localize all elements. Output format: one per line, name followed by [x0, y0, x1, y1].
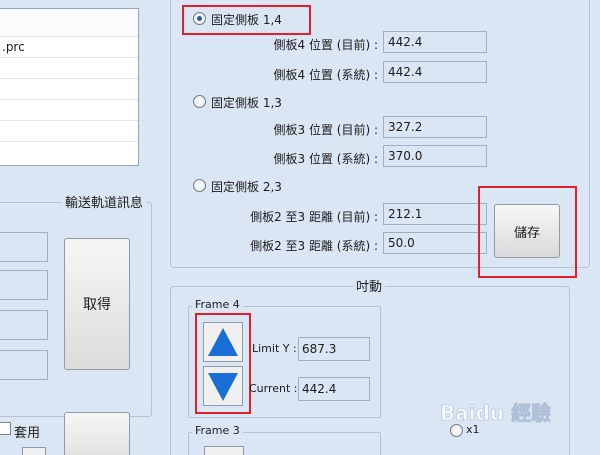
field-label: 側板2 至3 距離 (系統) : — [250, 239, 378, 253]
apply-checkbox[interactable] — [0, 422, 11, 435]
file-list[interactable]: .prc — [0, 8, 139, 166]
conveyor-field-1[interactable] — [0, 232, 48, 262]
conveyor-info-title: 輸送軌道訊息 — [62, 192, 147, 211]
bottom-button[interactable] — [64, 412, 130, 455]
radio-fixed-2-3[interactable] — [193, 179, 206, 192]
distance-current-field[interactable]: 212.1 — [383, 203, 487, 225]
limit-y-field[interactable]: 687.3 — [298, 337, 370, 361]
file-list-row[interactable] — [0, 100, 138, 121]
panel4-system-field[interactable]: 442.4 — [383, 61, 487, 83]
radio-label-fixed-1-3: 固定側板 1,3 — [211, 96, 282, 110]
highlight-box-arrows — [195, 313, 251, 414]
file-list-header — [0, 9, 138, 37]
highlight-box-option1 — [182, 5, 311, 35]
distance-system-field[interactable]: 50.0 — [383, 232, 487, 254]
apply-label: 套用 — [14, 426, 41, 441]
field-label: 側板3 位置 (目前) : — [273, 123, 379, 137]
frame3-up-button[interactable] — [204, 446, 244, 455]
frame3-title: Frame 3 — [192, 424, 243, 437]
file-list-row[interactable]: .prc — [0, 37, 138, 58]
jog-title: 吋動 — [353, 276, 386, 295]
conveyor-field-4[interactable] — [0, 350, 48, 380]
file-list-row[interactable] — [0, 79, 138, 100]
file-list-row[interactable] — [0, 58, 138, 79]
field-label: 側板4 位置 (目前) : — [273, 38, 379, 52]
watermark-text: Baidu 經驗 — [440, 401, 551, 425]
conveyor-field-3[interactable] — [0, 310, 48, 340]
current-field[interactable]: 442.4 — [298, 377, 370, 401]
file-list-row[interactable] — [0, 121, 138, 142]
limit-y-label: Limit Y : — [252, 342, 297, 355]
current-label: Current : — [249, 382, 298, 395]
baidu-watermark: Baidu 經驗 — [440, 401, 551, 426]
panel4-current-field[interactable]: 442.4 — [383, 31, 487, 53]
radio-fixed-1-3[interactable] — [193, 95, 206, 108]
frame4-title: Frame 4 — [192, 298, 243, 311]
field-label: 側板3 位置 (系統) : — [273, 152, 379, 166]
get-button[interactable]: 取得 — [64, 238, 130, 370]
conveyor-field-2[interactable] — [0, 270, 48, 300]
field-label: 側板2 至3 距離 (目前) : — [250, 210, 378, 224]
panel3-current-field[interactable]: 327.2 — [383, 116, 487, 138]
radio-label-fixed-2-3: 固定側板 2,3 — [211, 180, 282, 194]
field-label: 側板4 位置 (系統) : — [273, 68, 379, 82]
bottom-small-control[interactable] — [22, 447, 46, 455]
highlight-box-save — [478, 186, 577, 278]
panel3-system-field[interactable]: 370.0 — [383, 145, 487, 167]
